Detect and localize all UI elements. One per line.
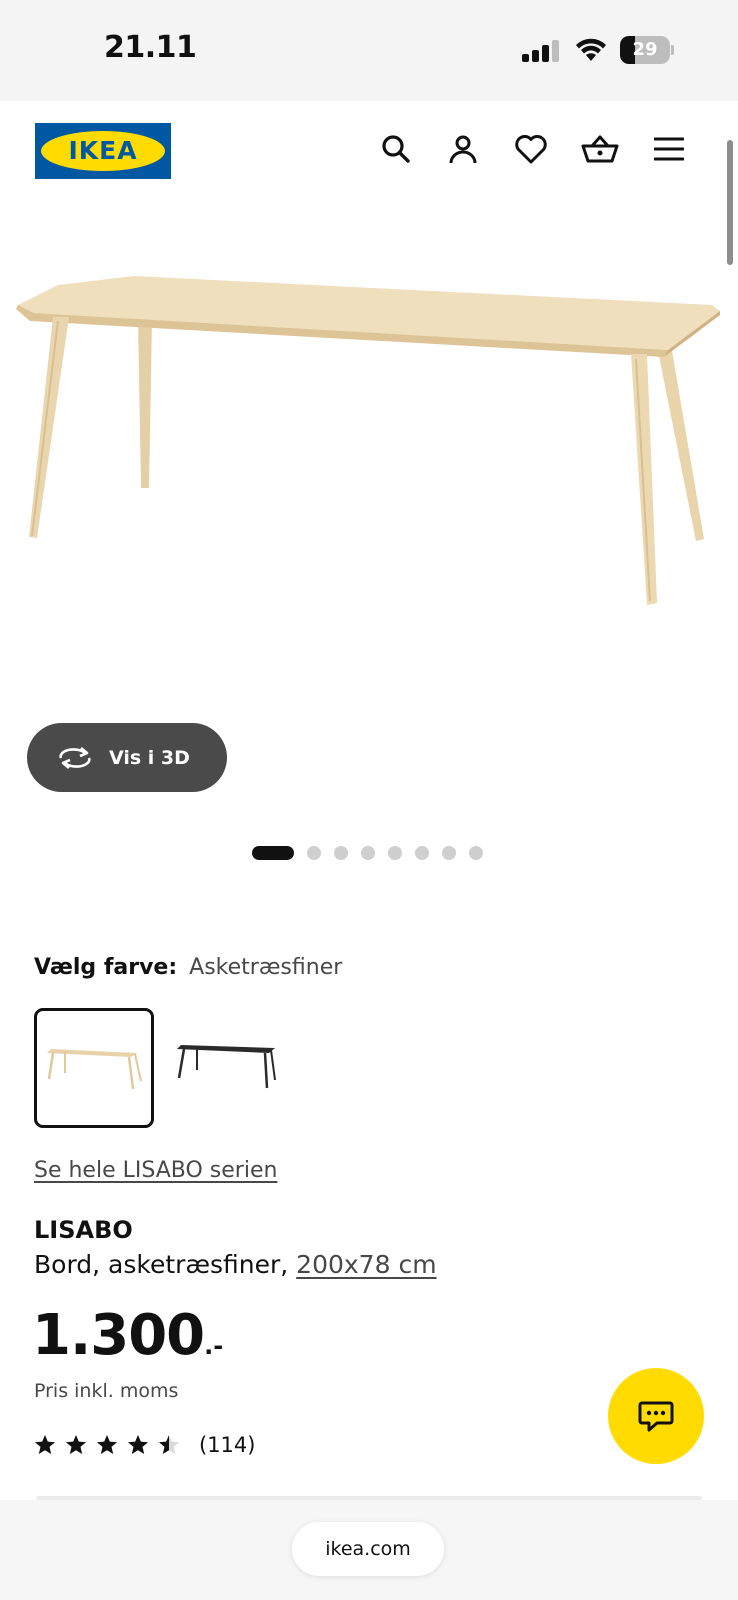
price-note: Pris inkl. moms [34,1380,179,1402]
heart-icon[interactable] [511,129,551,169]
user-icon[interactable] [443,129,483,169]
wifi-icon [576,38,606,61]
series-link[interactable]: Se hele LISABO serien [34,1158,277,1183]
star-icon [66,1435,86,1454]
signal-icon [522,40,559,62]
view-3d-button[interactable]: Vis i 3D [27,723,227,792]
price-suffix: .- [204,1332,224,1360]
pagination-dot[interactable] [361,846,375,860]
ikea-logo[interactable]: IKEA [35,123,171,179]
product-description: Bord, asketræsfiner, 200x78 cm [34,1250,437,1279]
pagination-dot[interactable] [334,846,348,860]
star-icon [35,1435,55,1454]
pagination-dot[interactable] [469,846,483,860]
scroll-indicator [727,140,733,265]
star-icon [159,1435,179,1454]
status-bar: 21.11 29 [0,0,738,101]
pagination-dot[interactable] [415,846,429,860]
color-label: Vælg farve: [34,955,178,980]
pagination-dot[interactable] [442,846,456,860]
product-description-text: Bord, asketræsfiner, [34,1250,289,1279]
color-value: Asketræsfiner [189,955,343,980]
color-selector-header: Vælg farve: Asketræsfiner [34,955,342,980]
battery-level: 29 [632,39,658,60]
color-swatch-black[interactable] [167,1008,287,1128]
section-divider [36,1496,702,1500]
rating-stars [34,1434,189,1456]
rotate-3d-icon [59,746,91,769]
star-icon [97,1435,117,1454]
status-time: 21.11 [104,30,197,65]
search-icon[interactable] [376,129,416,169]
chat-icon [638,1401,674,1432]
pagination-dot[interactable] [252,846,294,860]
review-count: (114) [199,1433,256,1457]
product-name: LISABO [34,1216,133,1244]
basket-icon[interactable] [580,129,620,169]
view-3d-label: Vis i 3D [109,746,190,769]
rating[interactable]: (114) [34,1433,255,1457]
product-price: 1.300.- [32,1303,223,1368]
star-icon [128,1435,148,1454]
size-link[interactable]: 200x78 cm [296,1250,436,1279]
logo-text: IKEA [68,136,138,165]
chat-button[interactable] [608,1368,704,1464]
url-bar[interactable]: ikea.com [292,1522,444,1576]
pagination-dot[interactable] [307,846,321,860]
product-image[interactable] [0,201,738,701]
battery-icon: 29 [620,36,674,64]
price-value: 1.300 [32,1303,205,1368]
menu-icon[interactable] [649,129,689,169]
site-header: IKEA [0,101,738,201]
image-pagination[interactable] [252,845,496,861]
color-swatch-asketraesfiner[interactable] [34,1008,154,1128]
pagination-dot[interactable] [388,846,402,860]
